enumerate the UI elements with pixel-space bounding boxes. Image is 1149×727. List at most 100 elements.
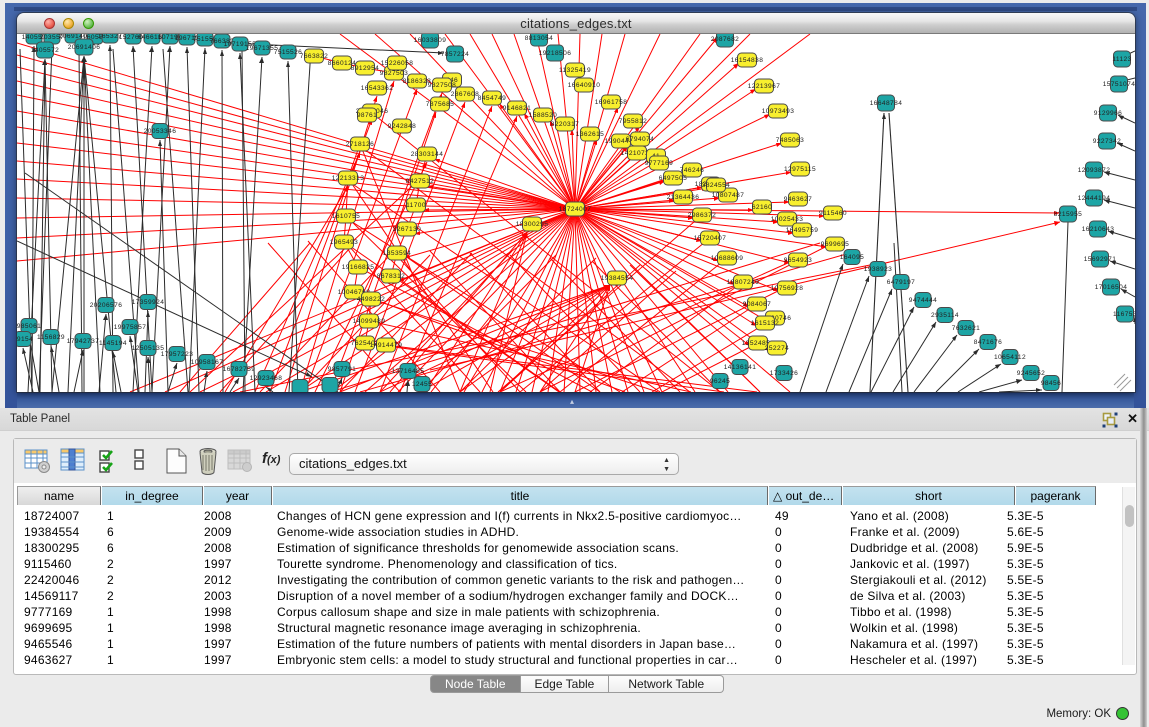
svg-text:9084067: 9084067: [743, 301, 771, 308]
svg-text:1353594: 1353594: [383, 250, 411, 257]
svg-text:9857791: 9857791: [328, 366, 356, 373]
svg-text:15720407: 15720407: [694, 235, 727, 242]
svg-text:16495759: 16495759: [786, 227, 819, 234]
svg-text:9777169: 9777169: [645, 160, 673, 167]
svg-text:18724007: 18724007: [559, 206, 592, 213]
svg-text:9146821: 9146821: [503, 105, 531, 112]
svg-text:20206576: 20206576: [90, 302, 123, 309]
svg-text:15226058: 15226058: [381, 60, 414, 67]
svg-text:20691406: 20691406: [68, 44, 101, 51]
svg-text:1965493: 1965493: [330, 239, 358, 246]
svg-text:9827503: 9827503: [380, 70, 408, 77]
svg-text:2986372: 2986372: [688, 212, 716, 219]
svg-text:1405572: 1405572: [31, 47, 59, 54]
svg-text:18807249: 18807249: [727, 279, 760, 286]
svg-text:16782759: 16782759: [223, 366, 256, 373]
svg-text:3824554: 3824554: [702, 182, 730, 189]
svg-text:6794074: 6794074: [626, 136, 654, 143]
svg-text:2935114: 2935114: [931, 312, 959, 319]
svg-text:6497505: 6497505: [659, 175, 687, 182]
svg-text:7857224: 7857224: [441, 51, 469, 58]
svg-text:17957223: 17957223: [161, 351, 194, 358]
svg-text:10807487: 10807487: [712, 192, 745, 199]
svg-text:16033809: 16033809: [414, 37, 447, 44]
svg-text:7485063: 7485063: [776, 137, 804, 144]
svg-text:19384554: 19384554: [601, 275, 634, 282]
svg-text:9242848: 9242848: [388, 123, 416, 130]
svg-text:9654923: 9654923: [784, 257, 812, 264]
svg-text:9474444: 9474444: [909, 297, 937, 304]
svg-text:9327508: 9327508: [428, 82, 456, 89]
svg-text:39154: 39154: [17, 336, 33, 343]
svg-text:1615132: 1615132: [751, 320, 779, 327]
svg-text:3267130: 3267130: [393, 226, 421, 233]
svg-text:7663822: 7663822: [300, 53, 328, 60]
svg-text:98456: 98456: [1041, 380, 1061, 387]
svg-text:8427512: 8427512: [406, 178, 434, 185]
svg-text:8813054: 8813054: [525, 35, 553, 42]
svg-text:19975857: 19975857: [114, 324, 147, 331]
svg-text:12213967: 12213967: [748, 83, 781, 90]
svg-text:11123: 11123: [1112, 56, 1131, 63]
svg-text:19218506: 19218506: [539, 50, 572, 57]
svg-text:9227342: 9227342: [1093, 138, 1121, 145]
svg-text:14136141: 14136141: [724, 364, 757, 371]
svg-text:116753: 116753: [1113, 311, 1135, 318]
svg-text:13716485: 13716485: [392, 368, 425, 375]
svg-text:1733426: 1733426: [770, 370, 798, 377]
svg-text:9463627: 9463627: [784, 196, 812, 203]
svg-text:9245652: 9245652: [1017, 370, 1045, 377]
svg-text:28303144: 28303144: [411, 151, 444, 158]
svg-text:11325419: 11325419: [559, 67, 591, 74]
svg-text:98761: 98761: [357, 112, 377, 119]
svg-text:12093872: 12093872: [1078, 167, 1111, 174]
svg-text:9699695: 9699695: [821, 241, 849, 248]
svg-text:1156829: 1156829: [37, 334, 65, 341]
svg-text:10654112: 10654112: [994, 354, 1026, 361]
svg-text:7515526: 7515526: [274, 49, 302, 56]
svg-text:746246: 746246: [680, 167, 704, 174]
svg-text:1610755: 1610755: [332, 213, 360, 220]
svg-text:8220317: 8220317: [551, 121, 579, 128]
svg-text:8454749: 8454749: [478, 95, 506, 102]
svg-text:10958167: 10958167: [191, 359, 224, 366]
svg-text:14099489: 14099489: [353, 318, 386, 325]
svg-text:8678312: 8678312: [377, 273, 405, 280]
svg-text:10973493: 10973493: [762, 108, 795, 115]
svg-text:10025433: 10025433: [771, 216, 804, 223]
svg-text:96245: 96245: [710, 378, 730, 385]
svg-text:21364436: 21364436: [667, 194, 700, 201]
svg-text:9129966: 9129966: [1094, 110, 1122, 117]
svg-text:6479197: 6479197: [887, 279, 915, 286]
svg-text:985061: 985061: [17, 323, 41, 330]
svg-text:12213313: 12213313: [332, 175, 365, 182]
svg-text:1362615: 1362615: [576, 131, 604, 138]
svg-text:16961758: 16961758: [595, 99, 628, 106]
svg-text:7632621: 7632621: [952, 325, 980, 332]
svg-text:8215955: 8215955: [1054, 211, 1082, 218]
svg-text:9115460: 9115460: [819, 210, 847, 217]
svg-text:1145194: 1145194: [99, 340, 127, 347]
svg-text:10756928: 10756928: [771, 285, 804, 292]
svg-text:12975115: 12975115: [784, 166, 816, 173]
svg-text:252274: 252274: [765, 345, 789, 352]
svg-text:10688609: 10688609: [711, 255, 744, 262]
svg-text:164095: 164095: [840, 254, 864, 261]
svg-text:20053346: 20053346: [144, 128, 177, 135]
svg-text:1938923: 1938923: [864, 266, 892, 273]
svg-text:8912954: 8912954: [351, 65, 379, 72]
svg-text:17359924: 17359924: [132, 299, 165, 306]
svg-text:2718126: 2718126: [346, 141, 374, 148]
svg-text:2867608: 2867608: [451, 91, 479, 98]
svg-text:11700: 11700: [406, 202, 426, 209]
svg-text:15751074: 15751074: [1103, 81, 1135, 88]
svg-text:18300295: 18300295: [516, 221, 549, 228]
svg-text:16210643: 16210643: [1082, 226, 1115, 233]
svg-text:2087682: 2087682: [711, 36, 739, 43]
svg-text:17942737: 17942737: [67, 338, 100, 345]
svg-text:4498222: 4498222: [357, 296, 385, 303]
svg-text:7875685: 7875685: [426, 101, 454, 108]
svg-text:16648784: 16648784: [870, 100, 903, 107]
svg-text:12923468: 12923468: [250, 375, 283, 382]
svg-text:1588520: 1588520: [529, 112, 557, 119]
